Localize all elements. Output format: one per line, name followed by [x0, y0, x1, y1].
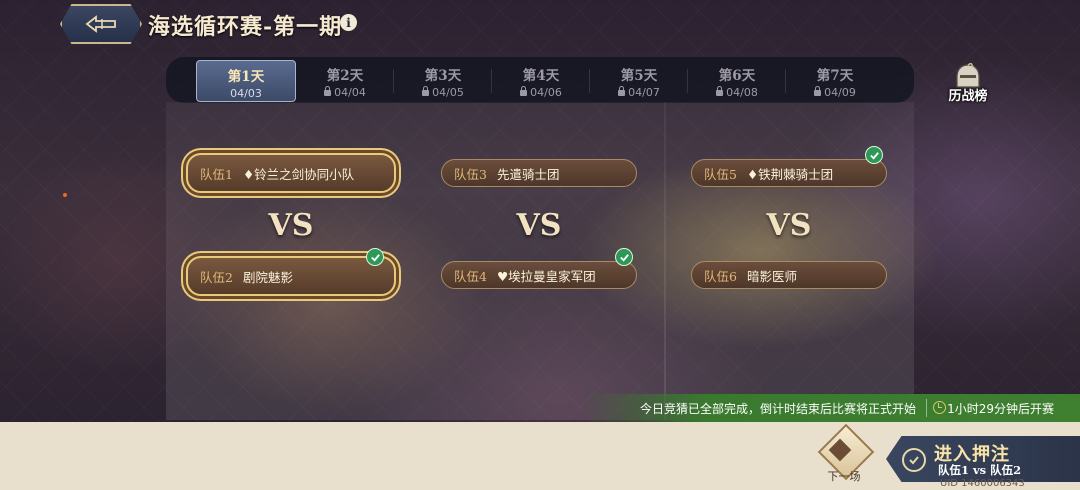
- tab-label: 第4天: [522, 68, 560, 84]
- team-id: 队伍3: [454, 166, 487, 182]
- team-name: ♦铃兰之剑协同小队: [242, 166, 355, 182]
- tab-label: 第2天: [326, 68, 364, 84]
- vs-label: VS: [516, 208, 562, 243]
- team-card-6[interactable]: 队伍6 暗影医师: [691, 261, 887, 289]
- tab-date: 04/07: [628, 86, 660, 99]
- tab-day-2[interactable]: 第2天 04/04: [296, 60, 394, 100]
- team-name: ♥埃拉曼皇家军团: [496, 268, 596, 284]
- history-ranking-button[interactable]: 历战榜: [944, 61, 992, 104]
- lock-icon: [814, 86, 822, 96]
- page-title: 海选循环赛-第一期: [148, 14, 343, 40]
- lock-icon: [716, 86, 724, 96]
- ember-spark: [63, 193, 67, 197]
- tab-day-3[interactable]: 第3天 04/05: [394, 60, 492, 100]
- winner-check-icon: [615, 248, 633, 266]
- next-label: 下一场: [827, 470, 861, 483]
- team-card-1[interactable]: 队伍1 ♦铃兰之剑协同小队: [186, 153, 396, 193]
- tab-date: 04/03: [230, 87, 262, 100]
- team-name: 暗影医师: [746, 268, 797, 284]
- team-name: 剧院魅影: [242, 269, 293, 285]
- team-card-3[interactable]: 队伍3 先遣骑士团: [441, 159, 637, 187]
- day-tabs: 第1天 04/03 第2天 04/04 第3天 04/05 第4天 04/06 …: [166, 57, 914, 103]
- next-match-button[interactable]: 下一场: [817, 423, 875, 484]
- team-id: 队伍1: [200, 166, 233, 182]
- team-card-5[interactable]: 队伍5 ♦铁荆棘骑士团: [691, 159, 887, 187]
- lock-icon: [422, 86, 430, 96]
- tab-date: 04/05: [432, 86, 464, 99]
- tab-label: 第7天: [816, 68, 854, 84]
- team-card-4[interactable]: 队伍4 ♥埃拉曼皇家军团: [441, 261, 637, 289]
- team-name: 先遣骑士团: [496, 166, 560, 182]
- tab-date: 04/04: [334, 86, 366, 99]
- tab-day-5[interactable]: 第5天 04/07: [590, 60, 688, 100]
- tab-date: 04/09: [824, 86, 856, 99]
- check-icon: [902, 448, 926, 472]
- winner-check-icon: [865, 146, 883, 164]
- tab-label: 第3天: [424, 68, 462, 84]
- tab-label: 第1天: [227, 69, 265, 85]
- enter-subtitle: 队伍1 vs 队伍2: [938, 463, 1022, 477]
- tab-day-6[interactable]: 第6天 04/08: [688, 60, 786, 100]
- tab-label: 第6天: [718, 68, 756, 84]
- team-id: 队伍5: [704, 166, 737, 182]
- lock-icon: [618, 86, 626, 96]
- team-card-2[interactable]: 队伍2 剧院魅影: [186, 256, 396, 296]
- tab-label: 第5天: [620, 68, 658, 84]
- status-banner: 今日竞猜已全部完成，倒计时结束后比赛将正式开始 1小时29分钟后开赛: [583, 394, 1080, 422]
- tab-day-7[interactable]: 第7天 04/09: [786, 60, 884, 100]
- uid-label: UID 1460006343: [940, 478, 1025, 489]
- tab-day-1[interactable]: 第1天 04/03: [196, 60, 296, 102]
- clock-icon: [933, 401, 946, 414]
- tab-date: 04/08: [726, 86, 758, 99]
- back-button[interactable]: [60, 4, 142, 44]
- team-id: 队伍6: [704, 268, 737, 284]
- banner-text: 今日竞猜已全部完成，倒计时结束后比赛将正式开始: [639, 402, 916, 416]
- info-icon[interactable]: i: [340, 14, 357, 31]
- tab-date: 04/06: [530, 86, 562, 99]
- winner-check-icon: [366, 248, 384, 266]
- vs-label: VS: [766, 208, 812, 243]
- team-name: ♦铁荆棘骑士团: [746, 166, 834, 182]
- team-id: 队伍4: [454, 268, 487, 284]
- tab-day-4[interactable]: 第4天 04/06: [492, 60, 590, 100]
- countdown-text: 1小时29分钟后开赛: [947, 402, 1054, 416]
- lock-icon: [324, 86, 332, 96]
- enter-betting-button[interactable]: 进入押注 队伍1 vs 队伍2: [886, 436, 1080, 482]
- back-arrow-icon: [85, 15, 116, 33]
- lock-icon: [520, 86, 528, 96]
- vs-label: VS: [268, 208, 314, 243]
- history-label: 历战榜: [948, 89, 988, 104]
- team-id: 队伍2: [200, 269, 233, 285]
